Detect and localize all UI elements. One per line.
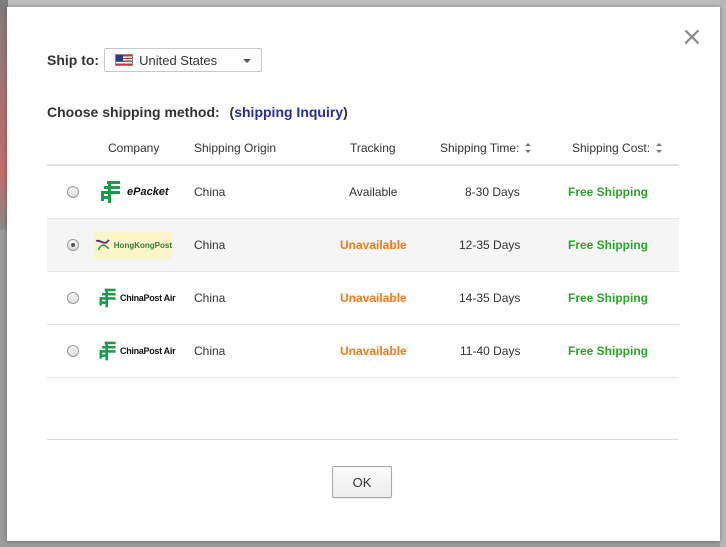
ok-button[interactable]: OK bbox=[332, 466, 392, 498]
shipping-method-heading: Choose shipping method: (shipping Inquir… bbox=[47, 104, 348, 120]
origin-cell: China bbox=[194, 291, 226, 305]
time-cell: 14-35 Days bbox=[459, 291, 521, 305]
origin-cell: China bbox=[194, 344, 226, 358]
paren-close: ) bbox=[343, 104, 348, 120]
shipping-methods-table: Company Shipping Origin Tracking Shippin… bbox=[47, 132, 679, 378]
close-button[interactable]: × bbox=[681, 24, 703, 50]
row-radio[interactable] bbox=[67, 186, 79, 198]
tracking-cell: Unavailable bbox=[340, 238, 407, 252]
company-name: HongKongPost bbox=[113, 240, 172, 250]
time-cell: 8-30 Days bbox=[465, 185, 520, 199]
cost-cell: Free Shipping bbox=[568, 238, 649, 252]
sort-icon bbox=[525, 143, 532, 153]
chinapost-air-logo: ChinaPost Air bbox=[97, 339, 176, 363]
header-company: Company bbox=[108, 141, 160, 155]
table-header: Company Shipping Origin Tracking Shippin… bbox=[47, 132, 679, 166]
tracking-cell: Unavailable bbox=[340, 291, 407, 305]
header-cost-label: Shipping Cost: bbox=[572, 141, 651, 155]
company-name: ePacket bbox=[127, 186, 169, 198]
tracking-cell: Unavailable bbox=[340, 344, 407, 358]
country-select[interactable]: United States bbox=[104, 48, 263, 72]
china-post-logo-icon bbox=[99, 341, 116, 361]
cost-cell: Free Shipping bbox=[568, 291, 649, 305]
shipping-modal: × Ship to: United States Choose shipping… bbox=[7, 7, 720, 541]
shipping-inquiry-link[interactable]: shipping Inquiry bbox=[234, 104, 343, 120]
hongkong-post-icon bbox=[95, 239, 110, 251]
background-page-edge bbox=[720, 0, 726, 547]
sort-icon bbox=[656, 143, 663, 153]
table-row[interactable]: ChinaPost Air China Unavailable 14-35 Da… bbox=[47, 272, 679, 325]
chinapost-air-logo: ChinaPost Air bbox=[97, 286, 176, 310]
hongkong-post-logo: HongKongPost bbox=[94, 231, 172, 259]
chevron-down-icon bbox=[243, 59, 252, 63]
row-radio-selected[interactable] bbox=[67, 239, 79, 251]
cost-cell: Free Shipping bbox=[568, 344, 649, 358]
tracking-cell: Available bbox=[349, 185, 398, 199]
heading-text: Choose shipping method: bbox=[47, 104, 220, 120]
header-shipping-time[interactable]: Shipping Time: bbox=[440, 132, 532, 164]
background-page-strip bbox=[8, 0, 726, 7]
row-radio[interactable] bbox=[67, 345, 79, 357]
cost-cell: Free Shipping bbox=[568, 185, 649, 199]
header-tracking: Tracking bbox=[350, 141, 396, 155]
footer-divider bbox=[47, 439, 679, 440]
close-icon: × bbox=[681, 22, 703, 52]
us-flag-icon bbox=[115, 54, 134, 66]
company-name: ChinaPost Air bbox=[120, 293, 176, 303]
china-post-logo-icon bbox=[99, 288, 116, 308]
header-shipping-cost[interactable]: Shipping Cost: bbox=[572, 132, 663, 164]
time-cell: 11-40 Days bbox=[460, 344, 521, 358]
china-post-logo-icon bbox=[101, 181, 120, 203]
table-row[interactable]: ePacket China Available 8-30 Days Free S… bbox=[47, 166, 679, 219]
table-row[interactable]: ChinaPost Air China Unavailable 11-40 Da… bbox=[47, 325, 679, 378]
ship-to-row: Ship to: United States bbox=[47, 47, 263, 73]
epacket-logo: ePacket bbox=[98, 179, 169, 205]
origin-cell: China bbox=[194, 238, 226, 252]
origin-cell: China bbox=[194, 185, 226, 199]
table-row[interactable]: HongKongPost China Unavailable 12-35 Day… bbox=[47, 219, 679, 272]
time-cell: 12-35 Days bbox=[459, 238, 521, 252]
header-time-label: Shipping Time: bbox=[440, 141, 520, 155]
header-origin: Shipping Origin bbox=[194, 141, 277, 155]
row-radio[interactable] bbox=[67, 292, 79, 304]
company-name: ChinaPost Air bbox=[120, 346, 176, 356]
country-value: United States bbox=[139, 52, 218, 68]
ship-to-label: Ship to: bbox=[47, 52, 100, 68]
